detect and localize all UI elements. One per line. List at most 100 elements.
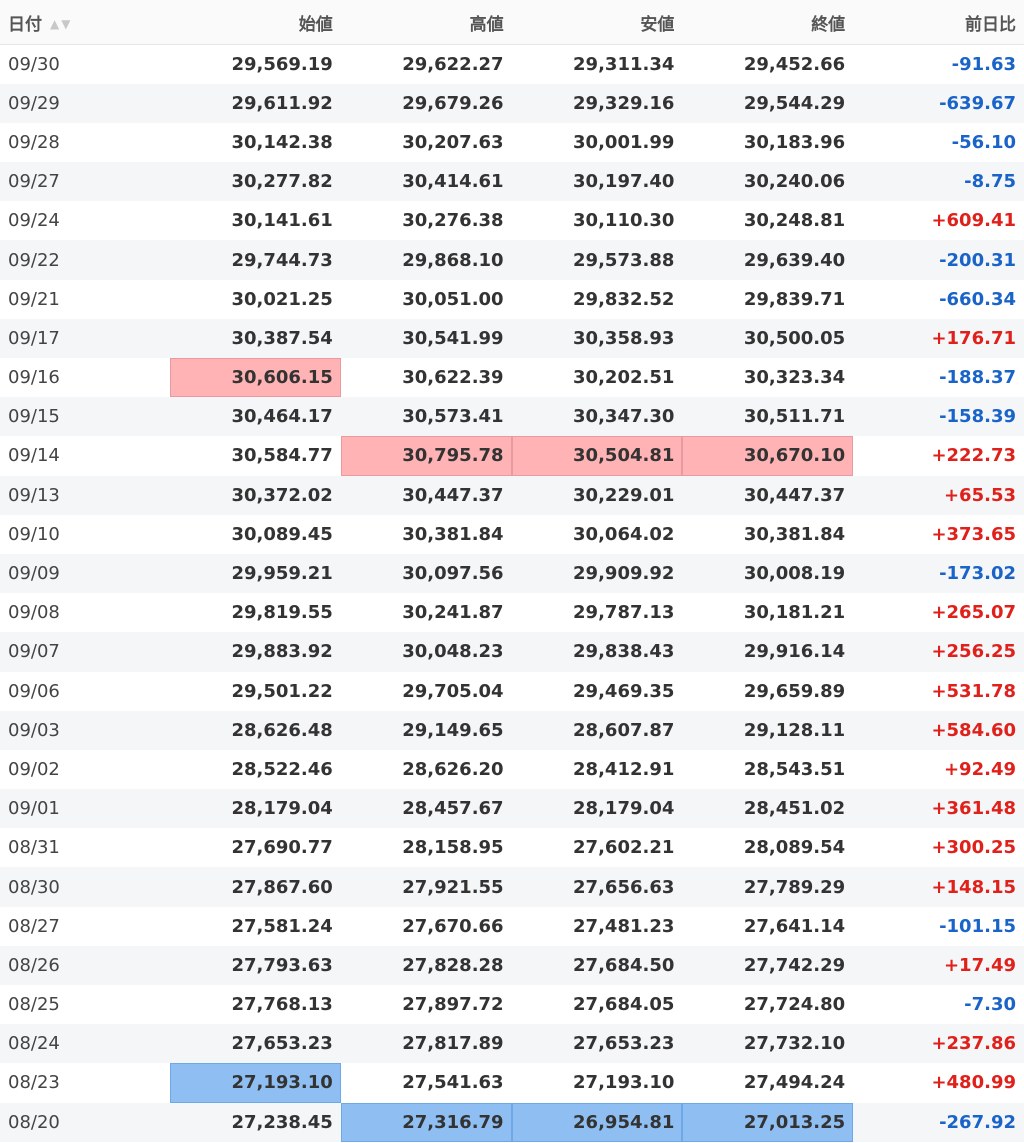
table-row: 09/28 30,142.38 30,207.63 30,001.99 30,183.9… bbox=[0, 122, 1024, 163]
column-header-change[interactable]: 前日比 bbox=[853, 0, 1024, 45]
cell-open: 30,606.15 bbox=[170, 358, 341, 398]
table-row: 08/24 27,653.23 27,817.89 27,653.23 27,732.1… bbox=[0, 1024, 1024, 1064]
cell-high: 27,817.89 bbox=[402, 1033, 504, 1055]
cell-low: 28,412.91 bbox=[573, 758, 675, 780]
cell-high: 30,573.41 bbox=[402, 406, 504, 428]
cell-low: 29,832.52 bbox=[573, 288, 675, 310]
cell-change: +531.78 bbox=[931, 680, 1016, 702]
cell-low: 30,347.30 bbox=[573, 406, 675, 428]
cell-open: 27,581.24 bbox=[231, 915, 333, 937]
cell-close: 30,240.06 bbox=[743, 171, 846, 193]
cell-close: 29,544.29 bbox=[743, 92, 846, 114]
table-row: 09/15 30,464.17 30,573.41 30,347.30 30,511.7… bbox=[0, 397, 1024, 437]
cell-date: 09/02 bbox=[8, 758, 60, 780]
cell-high: 30,097.56 bbox=[402, 563, 504, 585]
cell-high: 30,051.00 bbox=[402, 288, 504, 310]
cell-low: 26,954.81 bbox=[511, 1102, 683, 1142]
table-row: 09/30 29,569.19 29,622.27 29,311.34 29,452.6… bbox=[0, 44, 1024, 84]
cell-change: -7.30 bbox=[964, 994, 1016, 1016]
cell-high: 30,381.84 bbox=[402, 523, 504, 545]
cell-open: 30,141.61 bbox=[231, 210, 333, 232]
cell-close: 28,089.54 bbox=[743, 837, 846, 859]
table-row: 09/17 30,387.54 30,541.99 30,358.93 30,500.0… bbox=[0, 318, 1024, 358]
cell-date: 09/24 bbox=[8, 210, 60, 232]
cell-date: 09/03 bbox=[8, 719, 60, 741]
cell-low: 30,197.40 bbox=[573, 171, 675, 193]
cell-open: 30,142.38 bbox=[231, 131, 333, 153]
cell-open: 29,883.92 bbox=[231, 641, 333, 663]
column-header-close[interactable]: 終値 bbox=[682, 0, 854, 45]
cell-high: 29,705.04 bbox=[402, 680, 504, 702]
cell-high: 30,276.38 bbox=[402, 210, 504, 232]
cell-close: 29,128.11 bbox=[743, 719, 846, 741]
cell-close: 28,543.51 bbox=[743, 758, 846, 780]
cell-high: 29,149.65 bbox=[402, 719, 504, 741]
cell-change: -660.34 bbox=[939, 288, 1016, 310]
cell-change: -101.15 bbox=[939, 915, 1016, 937]
cell-low: 28,179.04 bbox=[573, 798, 675, 820]
cell-close: 30,008.19 bbox=[743, 563, 846, 585]
cell-open: 30,021.25 bbox=[231, 288, 333, 310]
cell-high: 29,868.10 bbox=[402, 249, 504, 271]
cell-change: +17.49 bbox=[943, 954, 1016, 976]
cell-close: 28,451.02 bbox=[743, 798, 846, 820]
column-header-high[interactable]: 高値 bbox=[340, 0, 512, 45]
cell-close: 27,742.29 bbox=[743, 954, 846, 976]
cell-date: 09/29 bbox=[8, 92, 60, 114]
cell-date: 08/27 bbox=[8, 915, 60, 937]
cell-date: 09/16 bbox=[8, 367, 60, 389]
cell-change: -56.10 bbox=[951, 131, 1016, 153]
cell-date: 08/31 bbox=[8, 837, 60, 859]
cell-open: 29,744.73 bbox=[231, 249, 333, 271]
cell-close: 27,789.29 bbox=[743, 876, 846, 898]
cell-low: 27,684.05 bbox=[573, 994, 675, 1016]
cell-open: 29,819.55 bbox=[231, 602, 333, 624]
table-row: 08/27 27,581.24 27,670.66 27,481.23 27,641.1… bbox=[0, 906, 1024, 946]
cell-low: 29,329.16 bbox=[573, 92, 675, 114]
column-header-date-label: 日付 bbox=[8, 14, 42, 35]
cell-low: 30,358.93 bbox=[573, 327, 675, 349]
cell-close: 30,248.81 bbox=[743, 210, 846, 232]
cell-change: +265.07 bbox=[931, 602, 1016, 624]
sort-toggle-icon[interactable]: ▲▼ bbox=[50, 17, 72, 31]
table-row: 09/21 30,021.25 30,051.00 29,832.52 29,839.7… bbox=[0, 279, 1024, 319]
cell-high: 28,457.67 bbox=[402, 798, 504, 820]
cell-high: 30,207.63 bbox=[402, 131, 504, 153]
cell-low: 29,469.35 bbox=[573, 680, 675, 702]
cell-low: 27,193.10 bbox=[573, 1072, 675, 1094]
column-header-low[interactable]: 安値 bbox=[511, 0, 683, 45]
table-row: 08/25 27,768.13 27,897.72 27,684.05 27,724.8… bbox=[0, 985, 1024, 1025]
column-header-open[interactable]: 始値 bbox=[170, 0, 341, 45]
cell-close: 30,447.37 bbox=[743, 484, 846, 506]
cell-date: 09/09 bbox=[8, 563, 60, 585]
cell-date: 09/07 bbox=[8, 641, 60, 663]
cell-change: +373.65 bbox=[931, 523, 1016, 545]
table-row: 08/31 27,690.77 28,158.95 27,602.21 28,089.5… bbox=[0, 828, 1024, 868]
table-row: 08/30 27,867.60 27,921.55 27,656.63 27,789.2… bbox=[0, 867, 1024, 907]
cell-open: 29,959.21 bbox=[231, 563, 333, 585]
cell-high: 28,158.95 bbox=[402, 837, 504, 859]
table-body: 09/30 29,569.19 29,622.27 29,311.34 29,452.6… bbox=[0, 44, 1024, 1142]
cell-change: +584.60 bbox=[931, 719, 1016, 741]
cell-date: 09/06 bbox=[8, 680, 60, 702]
cell-high: 27,828.28 bbox=[402, 954, 504, 976]
table-row: 09/03 28,626.48 29,149.65 28,607.87 29,128.1… bbox=[0, 710, 1024, 750]
cell-date: 09/01 bbox=[8, 798, 60, 820]
cell-low: 30,229.01 bbox=[573, 484, 675, 506]
cell-open: 27,690.77 bbox=[231, 837, 333, 859]
cell-close: 30,181.21 bbox=[743, 602, 846, 624]
column-header-date[interactable]: 日付 ▲▼ bbox=[0, 0, 170, 45]
cell-close: 29,839.71 bbox=[743, 288, 846, 310]
cell-low: 29,838.43 bbox=[573, 641, 675, 663]
cell-open: 29,501.22 bbox=[231, 680, 333, 702]
cell-low: 27,656.63 bbox=[573, 876, 675, 898]
cell-close: 30,183.96 bbox=[743, 131, 846, 153]
cell-open: 27,793.63 bbox=[231, 954, 333, 976]
cell-change: +222.73 bbox=[931, 445, 1016, 467]
table-row: 08/23 27,193.10 27,541.63 27,193.10 27,494.2… bbox=[0, 1063, 1024, 1103]
table-row: 09/02 28,522.46 28,626.20 28,412.91 28,543.5… bbox=[0, 749, 1024, 790]
cell-date: 09/08 bbox=[8, 602, 60, 624]
table-row: 09/07 29,883.92 30,048.23 29,838.43 29,916.1… bbox=[0, 632, 1024, 672]
cell-high: 30,622.39 bbox=[402, 367, 504, 389]
cell-low: 28,607.87 bbox=[573, 719, 675, 741]
